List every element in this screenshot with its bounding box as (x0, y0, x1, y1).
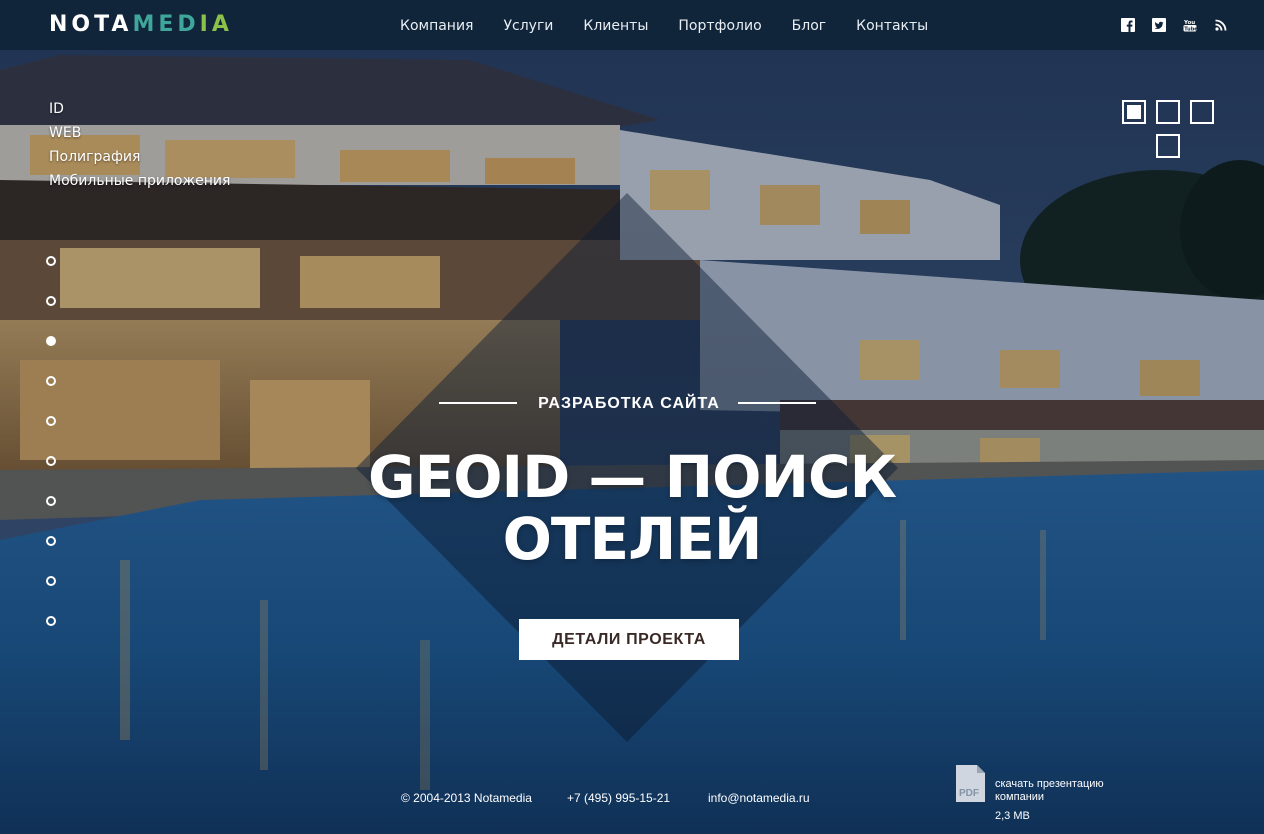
category-mobile-apps[interactable]: Мобильные приложения (49, 169, 230, 193)
download-presentation-link[interactable]: скачать презентацию компании (995, 778, 1104, 804)
slide-dot[interactable] (46, 576, 56, 586)
eyebrow-rule-left (439, 402, 517, 404)
pdf-file-size: 2,3 MB (995, 810, 1030, 822)
nav-item-clients[interactable]: Клиенты (583, 17, 648, 35)
logo-part1: NOTA (49, 12, 133, 37)
view-option-3[interactable] (1190, 100, 1214, 124)
logo[interactable]: NOTAMEDIA (49, 12, 233, 38)
nav-item-blog[interactable]: Блог (792, 17, 826, 35)
slide-dot[interactable] (46, 496, 56, 506)
pdf-icon[interactable]: PDF (956, 765, 985, 802)
view-option-2[interactable] (1156, 100, 1180, 124)
slide-dot[interactable] (46, 296, 56, 306)
slide-dot[interactable] (46, 536, 56, 546)
hero-title-line1: GEOID — ПОИСК (367, 443, 897, 511)
slide-pagination (46, 256, 56, 656)
hero-title: GEOID — ПОИСК ОТЕЛЕЙ (320, 446, 944, 570)
view-switcher (1122, 100, 1214, 160)
pdf-text-line1: скачать презентацию (995, 778, 1104, 790)
slide-dot[interactable] (46, 456, 56, 466)
nav-item-portfolio[interactable]: Портфолио (678, 17, 761, 35)
email-link[interactable]: info@notamedia.ru (708, 791, 810, 805)
category-print[interactable]: Полиграфия (49, 145, 230, 169)
category-filter: ID WEB Полиграфия Мобильные приложения (49, 97, 230, 193)
pdf-icon-label: PDF (959, 788, 979, 799)
logo-part2b: IA (199, 12, 233, 37)
copyright: © 2004-2013 Notamedia (401, 791, 532, 805)
logo-part2: MEDIA (132, 12, 232, 37)
youtube-icon[interactable]: You Tube (1183, 18, 1197, 32)
category-web[interactable]: WEB (49, 121, 230, 145)
logo-part2a: MED (132, 12, 200, 37)
slide-dot[interactable] (46, 416, 56, 426)
phone[interactable]: +7 (495) 995-15-21 (567, 791, 670, 805)
twitter-icon[interactable] (1152, 18, 1166, 32)
hero-title-line2: ОТЕЛЕЙ (502, 505, 763, 573)
slide-dot[interactable] (46, 616, 56, 626)
project-details-button[interactable]: ДЕТАЛИ ПРОЕКТА (519, 619, 739, 660)
main-nav: Компания Услуги Клиенты Портфолио Блог К… (400, 17, 928, 35)
eyebrow-rule-right (738, 402, 816, 404)
header-bar: NOTAMEDIA Компания Услуги Клиенты Портфо… (0, 0, 1264, 50)
slide-dot[interactable] (46, 336, 56, 346)
rss-icon[interactable] (1214, 18, 1228, 32)
slide-dot[interactable] (46, 376, 56, 386)
social-links: You Tube (1104, 18, 1228, 32)
view-option-1[interactable] (1122, 100, 1146, 124)
nav-item-services[interactable]: Услуги (503, 17, 553, 35)
category-id[interactable]: ID (49, 97, 230, 121)
pdf-text-line2: компании (995, 791, 1045, 803)
facebook-icon[interactable] (1121, 18, 1135, 32)
slide-dot[interactable] (46, 256, 56, 266)
view-option-4[interactable] (1156, 134, 1180, 158)
nav-item-contacts[interactable]: Контакты (856, 17, 928, 35)
hero-eyebrow: РАЗРАБОТКА САЙТА (538, 395, 720, 412)
nav-item-company[interactable]: Компания (400, 17, 473, 35)
svg-text:Tube: Tube (1184, 26, 1197, 32)
